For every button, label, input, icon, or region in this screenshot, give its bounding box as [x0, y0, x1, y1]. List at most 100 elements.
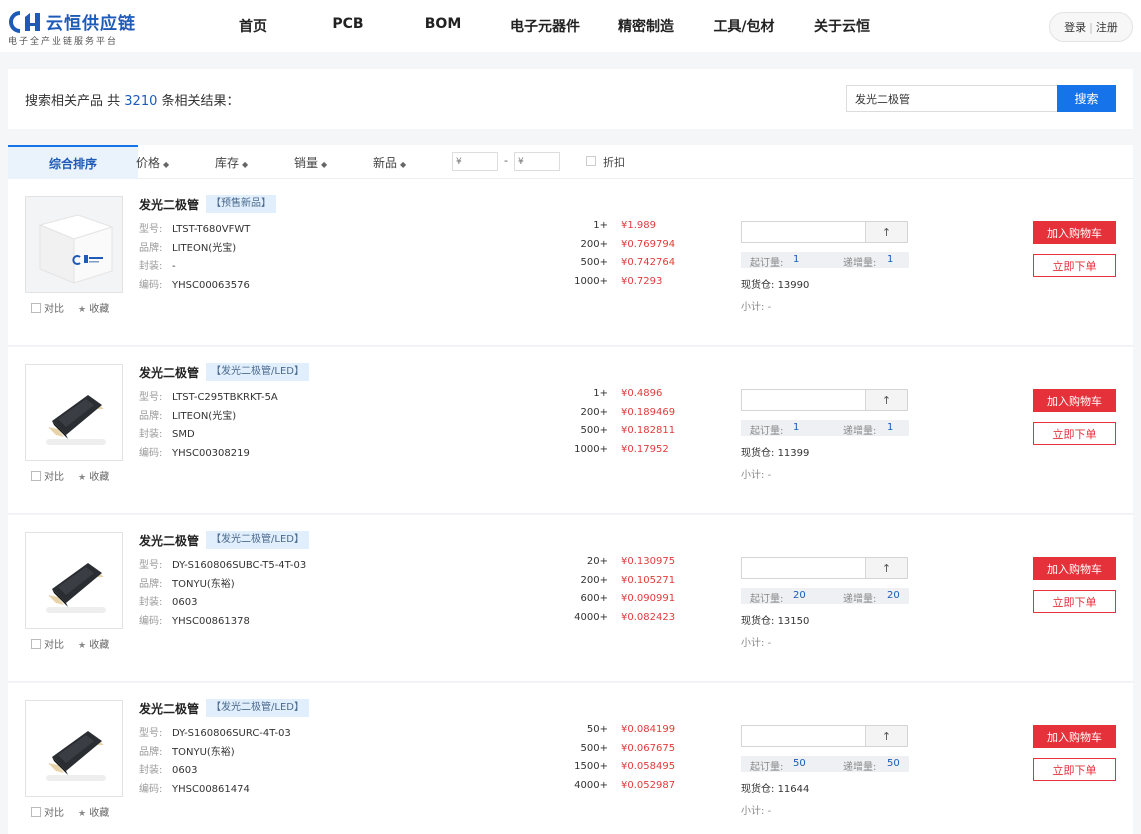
add-to-cart-button[interactable]: 加入购物车 — [1033, 725, 1116, 748]
quantity-input[interactable] — [741, 725, 866, 747]
stock-info: 现货仓: 11644 — [741, 780, 809, 795]
price-tier-qty: 50+ — [586, 724, 608, 735]
quantity-up-button[interactable]: ↑ — [865, 557, 908, 579]
price-tier-price: ¥0.4896 — [621, 388, 663, 399]
compare-toggle[interactable]: 对比 — [31, 471, 64, 483]
compare-toggle[interactable]: 对比 — [31, 807, 64, 819]
favorite-label: 收藏 — [89, 808, 110, 819]
product-attr-package: 封装: - — [139, 257, 176, 272]
product-name[interactable]: 发光二极管 — [139, 700, 199, 717]
add-to-cart-button[interactable]: 加入购物车 — [1033, 389, 1116, 412]
logo-name: 云恒供应链 — [46, 14, 136, 34]
product-name[interactable]: 发光二极管 — [139, 532, 199, 549]
attr-value-model: DY-S160806SUBC-T5-4T-03 — [172, 560, 307, 571]
price-tier-price: ¥0.7293 — [621, 275, 663, 287]
compare-label: 对比 — [44, 472, 64, 483]
order-rule-bar: 起订量: 20 递增量: 20 — [741, 588, 909, 605]
favorite-toggle[interactable]: ★ 收藏 — [78, 808, 109, 819]
nav-pcb[interactable]: PCB — [332, 16, 363, 32]
favorite-toggle[interactable]: ★ 收藏 — [78, 640, 109, 651]
attr-value-package: SMD — [172, 429, 195, 440]
stock-value: 13990 — [777, 280, 810, 291]
buy-now-button[interactable]: 立即下单 — [1033, 254, 1116, 277]
compare-toggle[interactable]: 对比 — [31, 303, 64, 315]
nav-about[interactable]: 关于云恒 — [814, 16, 870, 36]
compare-toggle[interactable]: 对比 — [31, 639, 64, 651]
sort-arrow-icon: ◆ — [321, 160, 328, 169]
subtotal-value: - — [767, 806, 772, 817]
product-led-image — [26, 365, 122, 460]
price-tier-qty: 20+ — [586, 556, 608, 567]
favorite-toggle[interactable]: ★ 收藏 — [78, 472, 109, 483]
subtotal-value: - — [767, 470, 772, 481]
favorite-label: 收藏 — [89, 640, 110, 651]
favorite-toggle[interactable]: ★ 收藏 — [78, 304, 109, 315]
register-link[interactable]: 注册 — [1096, 19, 1118, 35]
compare-checkbox[interactable] — [31, 807, 41, 817]
quantity-input[interactable] — [741, 557, 866, 579]
buy-now-button[interactable]: 立即下单 — [1033, 422, 1116, 445]
product-name[interactable]: 发光二极管 — [139, 196, 199, 213]
site-logo[interactable]: 云恒供应链 电子全产业链服务平台 — [8, 9, 148, 49]
search-button[interactable]: 搜索 — [1057, 85, 1116, 112]
price-max-input[interactable] — [514, 152, 560, 171]
star-icon: ★ — [78, 641, 87, 651]
stock-label: 现货仓: — [741, 280, 775, 291]
product-thumbnail[interactable] — [25, 364, 123, 461]
product-thumbnail[interactable] — [25, 196, 123, 293]
product-category-tag: 【发光二极管/LED】 — [206, 699, 309, 717]
nav-bom[interactable]: BOM — [425, 16, 462, 32]
price-tier-price: ¥0.067675 — [621, 742, 676, 754]
compare-checkbox[interactable] — [31, 639, 41, 649]
buy-now-button[interactable]: 立即下单 — [1033, 590, 1116, 613]
login-link[interactable]: 登录 — [1064, 19, 1086, 35]
sort-comprehensive[interactable]: 综合排序 — [8, 145, 138, 179]
product-thumbnail[interactable] — [25, 700, 123, 797]
product-name[interactable]: 发光二极管 — [139, 364, 199, 381]
sort-new-label: 新品 — [373, 156, 398, 170]
moq-label: 起订量: — [750, 594, 784, 605]
add-to-cart-button[interactable]: 加入购物车 — [1033, 221, 1116, 244]
price-tier-price: ¥0.17952 — [621, 443, 669, 455]
nav-tools-packaging[interactable]: 工具/包材 — [713, 16, 774, 36]
subtotal-value: - — [767, 638, 772, 649]
attr-value-package: 0603 — [172, 597, 198, 608]
nav-home[interactable]: 首页 — [239, 16, 267, 36]
sort-price[interactable]: 价格 ◆ — [136, 154, 169, 171]
quantity-up-button[interactable]: ↑ — [865, 725, 908, 747]
nav-components[interactable]: 电子元器件 — [510, 16, 580, 36]
price-tier-qty: 600+ — [580, 593, 608, 604]
discount-checkbox[interactable] — [586, 156, 596, 166]
price-tier-qty: 500+ — [580, 257, 608, 268]
price-tier-price: ¥0.189469 — [621, 406, 676, 418]
quantity-input[interactable] — [741, 389, 866, 411]
sort-sales[interactable]: 销量 ◆ — [294, 154, 327, 171]
quantity-up-button[interactable]: ↑ — [865, 389, 908, 411]
product-attr-code: 编码: YHSC00861378 — [139, 612, 250, 627]
compare-checkbox[interactable] — [31, 303, 41, 313]
attr-label: 编码: — [139, 447, 163, 459]
price-tier-qty: 200+ — [580, 406, 608, 418]
add-to-cart-button[interactable]: 加入购物车 — [1033, 557, 1116, 580]
attr-value-brand: TONYU(东裕) — [172, 578, 235, 590]
attr-label: 封装: — [139, 429, 163, 440]
quantity-up-button[interactable]: ↑ — [865, 221, 908, 243]
attr-value-brand: LITEON(光宝) — [172, 410, 237, 422]
product-row: 对比 ★ 收藏 发光二极管 【预售新品】 型号: LTST-T680VFWT 品牌: LITE… — [8, 179, 1133, 346]
attr-label: 编码: — [139, 783, 163, 795]
compare-checkbox[interactable] — [31, 471, 41, 481]
sort-stock[interactable]: 库存 ◆ — [215, 154, 248, 171]
price-min-input[interactable] — [452, 152, 498, 171]
attr-value-package: 0603 — [172, 765, 198, 776]
arrow-up-icon: ↑ — [881, 225, 892, 239]
search-input[interactable] — [846, 85, 1058, 112]
star-icon: ★ — [78, 305, 87, 315]
increment-label: 递增量: — [843, 762, 877, 773]
nav-precision-manufacturing[interactable]: 精密制造 — [618, 16, 674, 36]
subtotal-label: 小计: — [741, 638, 765, 649]
quantity-input[interactable] — [741, 221, 866, 243]
product-thumbnail[interactable] — [25, 532, 123, 629]
sort-new[interactable]: 新品 ◆ — [373, 154, 406, 171]
buy-now-button[interactable]: 立即下单 — [1033, 758, 1116, 781]
price-tier-price: ¥0.105271 — [621, 574, 676, 586]
